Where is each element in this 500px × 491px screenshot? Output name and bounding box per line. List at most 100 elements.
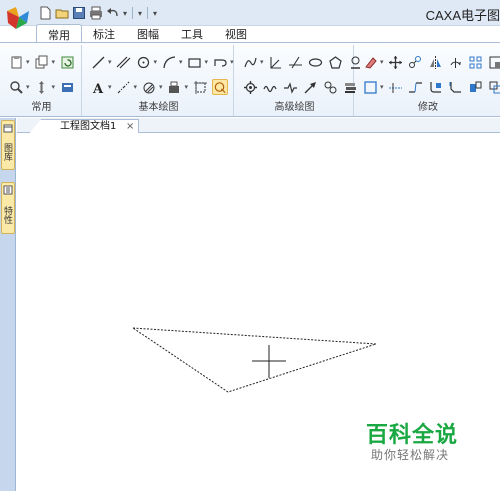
save-icon[interactable] xyxy=(72,6,86,20)
properties-panel-label: 特性 xyxy=(2,206,12,224)
library-panel-tab[interactable]: 图库 xyxy=(1,120,15,170)
chevron-down-icon[interactable]: ▾ xyxy=(260,58,264,66)
title-bar: ▾ ▾ ▾ CAXA电子图 xyxy=(0,0,500,29)
center-mark-icon[interactable] xyxy=(322,79,338,95)
polyline-tool-icon[interactable] xyxy=(212,54,228,70)
break-line-icon[interactable] xyxy=(282,79,298,95)
chevron-down-icon[interactable]: ▾ xyxy=(380,83,384,91)
document-tab[interactable]: 工程图文档1 × xyxy=(29,119,140,134)
chevron-down-icon[interactable]: ▾ xyxy=(52,83,56,91)
properties-icon xyxy=(3,185,13,195)
group-label: 高级绘图 xyxy=(274,102,315,113)
arrow-icon[interactable] xyxy=(302,79,318,95)
app-title: CAXA电子图 xyxy=(425,8,500,23)
svg-text:A: A xyxy=(92,82,104,95)
chevron-down-icon[interactable]: ▾ xyxy=(26,58,30,66)
zoom-icon[interactable] xyxy=(8,79,24,95)
document-tab-label: 工程图文档1 xyxy=(60,121,117,132)
ribbon-tabs: 常用 标注 图幅 工具 视图 xyxy=(36,24,258,43)
group-common: ▾ ▾ ▾ ▾ 常用 xyxy=(2,45,82,116)
undo-icon[interactable] xyxy=(106,6,120,20)
centerline-icon[interactable] xyxy=(116,79,132,95)
copy-move-icon[interactable] xyxy=(408,54,424,70)
chevron-down-icon[interactable]: ▾ xyxy=(26,83,30,91)
undo-dropdown-icon[interactable]: ▾ xyxy=(123,9,127,18)
ellipse-icon[interactable] xyxy=(308,54,324,70)
chevron-down-icon[interactable]: ▾ xyxy=(154,58,158,66)
circle-tool-icon[interactable] xyxy=(136,54,152,70)
chevron-down-icon[interactable]: ▾ xyxy=(134,83,138,91)
group-label: 修改 xyxy=(418,102,438,113)
close-icon[interactable]: × xyxy=(126,120,134,133)
move-icon[interactable] xyxy=(388,54,404,70)
chevron-down-icon[interactable]: ▾ xyxy=(185,83,189,91)
rotate-icon[interactable] xyxy=(448,54,464,70)
tab-sheet[interactable]: 图幅 xyxy=(126,24,170,43)
trim-icon[interactable] xyxy=(362,79,378,95)
spline-icon[interactable] xyxy=(242,54,258,70)
angle-line-icon[interactable] xyxy=(268,54,284,70)
redo-icon[interactable]: ▾ xyxy=(138,9,142,18)
copy-icon[interactable] xyxy=(34,54,50,70)
polygon-icon[interactable] xyxy=(328,54,344,70)
chevron-down-icon[interactable]: ▾ xyxy=(179,58,183,66)
block-insert-icon[interactable] xyxy=(167,79,183,95)
hatch-icon[interactable] xyxy=(141,79,157,95)
document-tab-bar: 工程图文档1 × xyxy=(17,118,500,134)
qa-separator xyxy=(147,7,149,19)
qa-separator xyxy=(132,7,134,19)
break-icon[interactable] xyxy=(408,79,424,95)
rectangle-tool-icon[interactable] xyxy=(187,54,203,70)
chevron-down-icon[interactable]: ▾ xyxy=(205,58,209,66)
fillet-icon[interactable] xyxy=(428,79,444,95)
chamfer-icon[interactable] xyxy=(448,79,464,95)
library-icon xyxy=(3,124,13,133)
print-icon[interactable] xyxy=(89,6,103,20)
tab-tools[interactable]: 工具 xyxy=(170,24,214,43)
mirror-icon[interactable] xyxy=(428,54,444,70)
side-panel-strip: 图库 特性 xyxy=(0,118,16,491)
chevron-down-icon[interactable]: ▾ xyxy=(230,58,234,66)
chevron-down-icon[interactable]: ▾ xyxy=(159,83,163,91)
gear-icon[interactable] xyxy=(242,79,258,95)
explode-icon[interactable] xyxy=(468,79,484,95)
tab-annotation[interactable]: 标注 xyxy=(82,24,126,43)
open-folder-icon[interactable] xyxy=(55,6,69,20)
line-tool-icon[interactable] xyxy=(90,54,106,70)
tab-common[interactable]: 常用 xyxy=(36,24,82,43)
array-icon[interactable] xyxy=(468,54,484,70)
ribbon-panel: ▾ ▾ ▾ ▾ 常用 ▾ ▾ ▾ ▾ ▾ A ▾ ▾ ▾ ▾ 基本绘图 ▾ 高级… xyxy=(0,42,500,117)
chevron-down-icon[interactable]: ▾ xyxy=(108,58,112,66)
watermark-title: 百科全说 xyxy=(366,423,459,448)
group-advanced-drawing: ▾ 高级绘图 xyxy=(236,45,361,116)
offset-icon[interactable] xyxy=(488,79,500,95)
refresh-icon[interactable] xyxy=(59,54,75,70)
eraser-icon[interactable] xyxy=(362,54,378,70)
scale-icon[interactable] xyxy=(488,54,500,70)
region-icon[interactable] xyxy=(192,79,208,95)
clipboard-icon[interactable] xyxy=(8,54,24,70)
intersection-icon[interactable] xyxy=(288,54,304,70)
properties-panel-tab[interactable]: 特性 xyxy=(1,182,15,234)
new-file-icon[interactable] xyxy=(38,6,52,20)
arc-tool-icon[interactable] xyxy=(161,54,177,70)
app-logo-icon[interactable] xyxy=(3,3,33,33)
extend-icon[interactable] xyxy=(388,79,404,95)
library-panel-label: 图库 xyxy=(2,143,12,161)
wave-line-icon[interactable] xyxy=(262,79,278,95)
chevron-down-icon[interactable]: ▾ xyxy=(108,83,112,91)
chevron-down-icon[interactable]: ▾ xyxy=(380,58,384,66)
group-label: 常用 xyxy=(31,102,52,113)
dashed-triangle-shape[interactable] xyxy=(131,327,377,393)
parallel-line-icon[interactable] xyxy=(116,54,132,70)
watermark-subtitle: 助你轻松解决 xyxy=(371,448,450,462)
chevron-down-icon[interactable]: ▾ xyxy=(52,58,56,66)
spline-cloud-icon[interactable] xyxy=(212,79,229,95)
properties-icon[interactable] xyxy=(59,79,75,95)
text-tool-icon[interactable]: A xyxy=(90,79,106,95)
tab-view[interactable]: 视图 xyxy=(214,24,258,43)
group-modify: ▾ ▾ 修改 xyxy=(356,45,500,116)
pan-icon[interactable] xyxy=(34,79,50,95)
quick-access-toolbar: ▾ ▾ ▾ xyxy=(38,5,157,21)
customize-icon[interactable]: ▾ xyxy=(153,9,157,18)
